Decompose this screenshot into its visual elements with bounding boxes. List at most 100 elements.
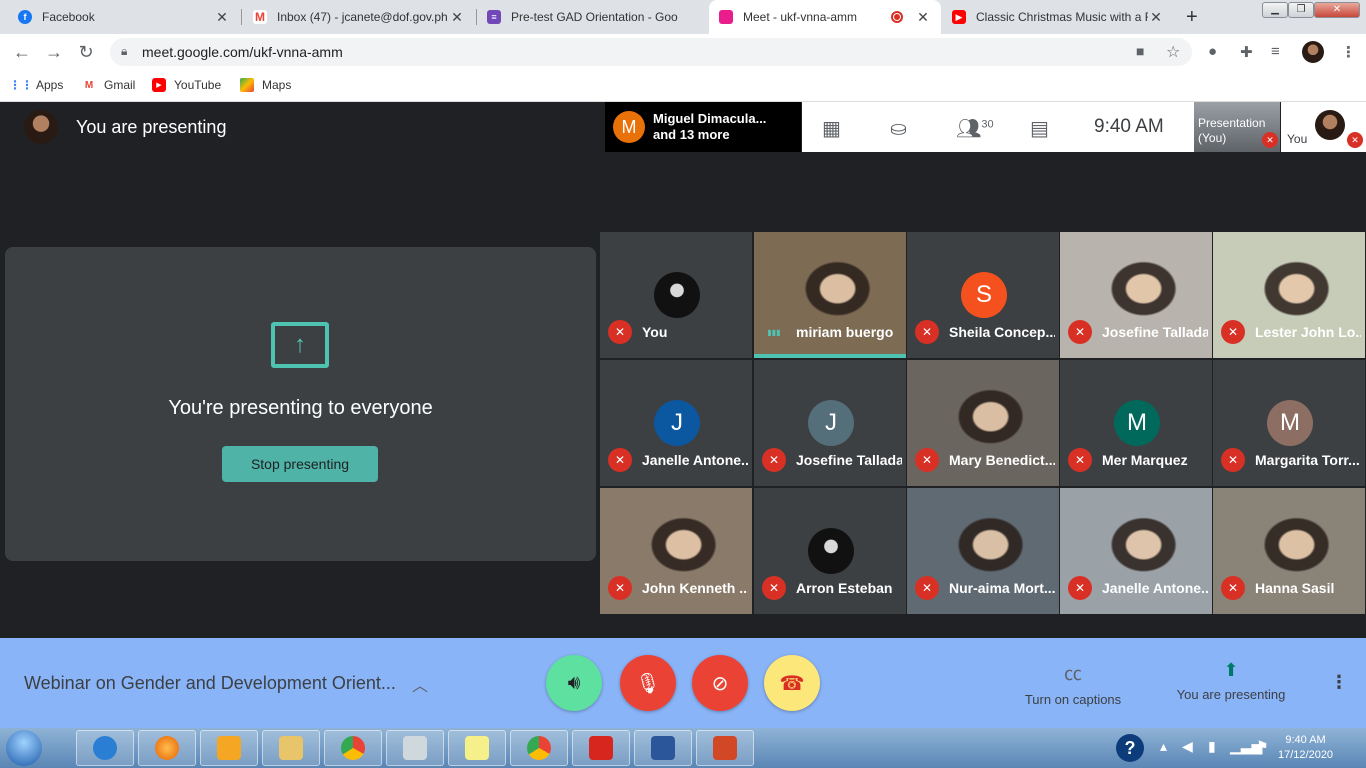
bookmark-gmail[interactable]: M Gmail <box>82 78 136 92</box>
profile-icon[interactable]: ● <box>1208 43 1217 60</box>
bookmark-apps[interactable]: ⋮⋮ Apps <box>9 78 63 92</box>
taskbar-calculator[interactable] <box>386 730 444 766</box>
forms-icon: ≡ <box>487 10 501 24</box>
speaking-indicator <box>754 354 906 358</box>
participant-tile[interactable]: ✕ Janelle Antone... <box>1060 488 1212 614</box>
close-icon[interactable]: ✕ <box>214 9 230 26</box>
tray-chevron-icon[interactable]: ▴ <box>1160 738 1167 755</box>
taskbar-chrome-2[interactable] <box>510 730 568 766</box>
participant-name-row: ✕ John Kenneth ... <box>608 576 748 600</box>
participant-tile[interactable]: J ✕ Josefine Tallada <box>754 360 906 486</box>
participant-tile[interactable]: J ✕ Janelle Antone... <box>600 360 752 486</box>
muted-mic-icon: ✕ <box>915 448 939 472</box>
layout-grid-icon[interactable]: ▦ <box>822 116 841 141</box>
participant-tile[interactable]: ▮▮▮ miriam buergo <box>754 232 906 358</box>
participant-tile[interactable]: M ✕ Margarita Torr... <box>1213 360 1365 486</box>
taskbar-word[interactable] <box>634 730 692 766</box>
tab-gmail[interactable]: M Inbox (47) - jcanete@dof.gov.ph ✕ <box>243 0 475 34</box>
forward-icon[interactable]: → <box>44 42 64 63</box>
folder-icon <box>279 736 303 760</box>
taskbar-acrobat[interactable] <box>572 730 630 766</box>
muted-mic-icon: ✕ <box>762 448 786 472</box>
browser-toolbar: ← → ↻ 🔒︎ meet.google.com/ukf-vnna-amm ■ … <box>0 34 1366 70</box>
system-clock[interactable]: 9:40 AM 17/12/2020 <box>1278 733 1333 763</box>
action-center-icon[interactable]: ⚑ <box>1256 738 1269 755</box>
participant-tile[interactable]: ✕ John Kenneth ... <box>600 488 752 614</box>
bookmark-maps[interactable]: Maps <box>240 78 291 92</box>
participant-tile[interactable]: ✕ Lester John Lo... <box>1213 232 1365 358</box>
self-view-icon[interactable]: ⛀ <box>890 116 907 141</box>
tab-youtube[interactable]: ▶ Classic Christmas Music with a F ✕ <box>942 0 1174 34</box>
participant-name: You <box>642 324 668 340</box>
battery-icon[interactable]: ▮ <box>1208 738 1216 755</box>
close-icon[interactable]: ✕ <box>449 9 465 26</box>
minimize-button[interactable]: ▁ <box>1262 2 1288 18</box>
start-button[interactable] <box>6 730 42 766</box>
menu-icon[interactable]: ⋮ <box>1341 43 1356 61</box>
chevron-up-icon[interactable]: ︿ <box>412 672 428 696</box>
more-options-icon[interactable]: ⋮ <box>1330 672 1348 693</box>
participant-tile[interactable]: ✕ Nur-aima Mort... <box>907 488 1059 614</box>
participant-tile[interactable]: ✕ You <box>600 232 752 358</box>
chrome-icon <box>527 736 551 760</box>
camera-icon[interactable]: ■ <box>1136 43 1144 59</box>
star-icon[interactable]: ☆ <box>1166 42 1180 62</box>
new-tab-icon[interactable]: + <box>1186 6 1198 29</box>
back-icon[interactable]: ← <box>12 42 32 63</box>
mic-toggle-button[interactable]: 🎙︎ <box>620 655 676 711</box>
sticky-notes-icon <box>465 736 489 760</box>
present-now-button[interactable]: ⬆︎ You are presenting <box>1170 660 1292 702</box>
close-window-button[interactable]: ✕ <box>1314 2 1360 18</box>
facebook-icon: f <box>18 10 32 24</box>
tab-forms[interactable]: ≡ Pre-test GAD Orientation - Goo <box>477 0 709 34</box>
taskbar-ie[interactable] <box>76 730 134 766</box>
taskbar-sticky-notes[interactable] <box>448 730 506 766</box>
meeting-title[interactable]: Webinar on Gender and Development Orient… <box>24 673 396 694</box>
taskbar-explorer[interactable] <box>262 730 320 766</box>
participant-name: Nur-aima Mort... <box>949 580 1055 596</box>
taskbar-media[interactable] <box>200 730 258 766</box>
close-icon[interactable]: ✕ <box>915 9 931 26</box>
captions-icon: ㏄ <box>1064 664 1082 684</box>
participant-tile[interactable]: M ✕ Mer Marquez <box>1060 360 1212 486</box>
gmail-icon: M <box>84 79 94 91</box>
meet-icon <box>719 10 733 24</box>
address-bar[interactable]: 🔒︎ meet.google.com/ukf-vnna-amm ■ ☆ <box>110 38 1192 66</box>
people-icon[interactable]: 👥︎30 <box>956 116 994 141</box>
tab-facebook[interactable]: f Facebook ✕ <box>8 0 240 34</box>
participant-tile[interactable]: ✕ Hanna Sasil <box>1213 488 1365 614</box>
self-thumbnail[interactable]: You ✕ <box>1281 102 1366 152</box>
participant-tile[interactable]: ✕ Arron Esteban <box>754 488 906 614</box>
presentation-thumbnail[interactable]: Presentation (You) ✕ <box>1194 102 1280 152</box>
participant-tile[interactable]: ✕ Josefine Tallada <box>1060 232 1212 358</box>
tab-meet[interactable]: Meet - ukf-vnna-amm ✕ <box>709 0 941 34</box>
reload-icon[interactable]: ↻ <box>76 42 96 63</box>
taskbar-firefox[interactable] <box>138 730 196 766</box>
help-icon[interactable]: ? <box>1116 734 1144 762</box>
restore-button[interactable]: ❐ <box>1288 2 1314 18</box>
bookmark-youtube[interactable]: ▶ YouTube <box>152 78 221 92</box>
participant-count: 30 <box>981 118 994 131</box>
presentation-thumbnail-label: Presentation (You) <box>1198 116 1266 145</box>
account-avatar[interactable] <box>1302 41 1324 63</box>
bookmarks-bar: ⋮⋮ Apps M Gmail ▶ YouTube Maps <box>0 70 1366 102</box>
volume-icon[interactable]: ◀︎ <box>1182 738 1193 755</box>
others-summary[interactable]: M Miguel Dimacula... and 13 more <box>605 102 801 152</box>
participant-tile[interactable]: S ✕ Sheila Concep... <box>907 232 1059 358</box>
chat-icon[interactable]: ▤ <box>1030 116 1049 141</box>
captions-button[interactable]: ㏄ Turn on captions <box>1018 660 1128 707</box>
media-queue-icon[interactable]: ≡ <box>1271 43 1280 60</box>
close-icon[interactable]: ✕ <box>1148 9 1164 26</box>
muted-mic-icon: ✕ <box>915 576 939 600</box>
hang-up-icon: ☎︎ <box>779 672 805 695</box>
taskbar-chrome[interactable] <box>324 730 382 766</box>
taskbar-powerpoint[interactable] <box>696 730 754 766</box>
camera-toggle-button[interactable]: ⊘ <box>692 655 748 711</box>
participant-name-row: ✕ Janelle Antone... <box>1068 576 1208 600</box>
leave-call-button[interactable]: ☎︎ <box>764 655 820 711</box>
stop-presenting-button[interactable]: Stop presenting <box>222 446 378 482</box>
speaker-button[interactable]: 🔊︎ <box>546 655 602 711</box>
participant-name: Margarita Torr... <box>1255 452 1360 468</box>
extensions-icon[interactable]: ✚ <box>1240 43 1253 61</box>
participant-tile[interactable]: ✕ Mary Benedict... <box>907 360 1059 486</box>
